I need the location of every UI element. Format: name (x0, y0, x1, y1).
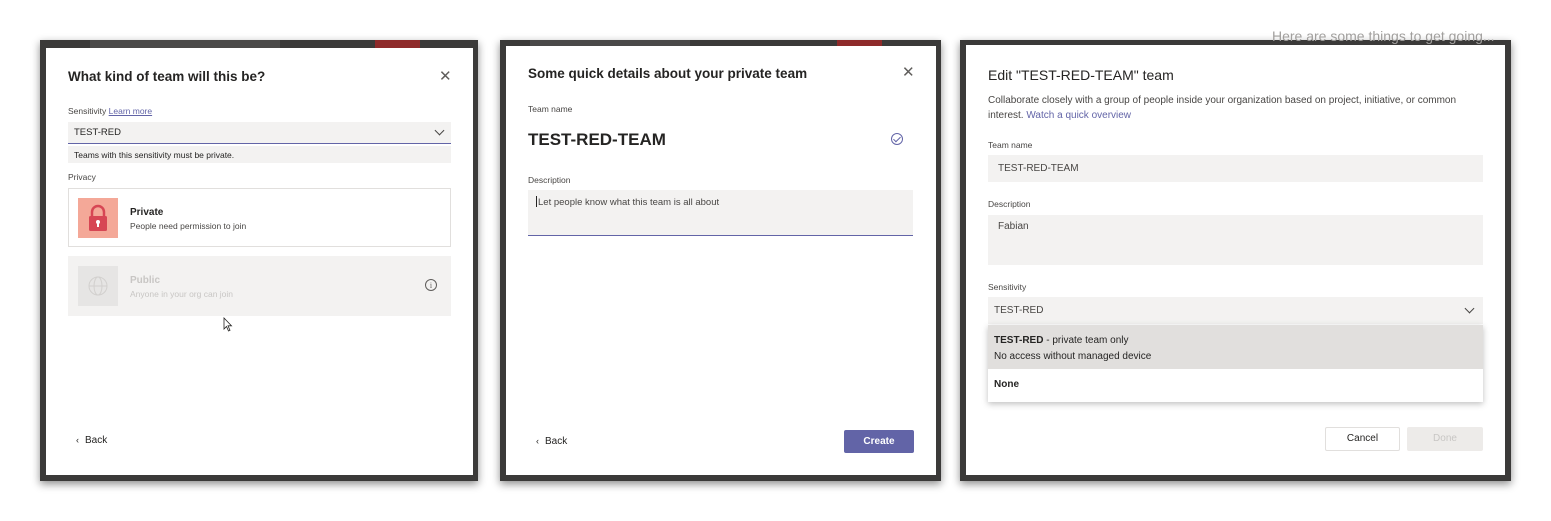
option-title: TEST-RED - private team only (994, 335, 1129, 346)
public-title: Public (130, 275, 161, 286)
backdrop-strip (90, 40, 280, 48)
edit-team-dialog: Edit "TEST-RED-TEAM" team Collaborate cl… (966, 45, 1505, 475)
mouse-cursor-icon (223, 317, 233, 332)
sensitivity-note: Teams with this sensitivity must be priv… (68, 146, 451, 163)
lock-icon (89, 204, 107, 231)
private-title: Private (130, 207, 164, 218)
checkmark-circle-icon (891, 133, 903, 145)
description-input[interactable]: Let people know what this team is all ab… (528, 190, 913, 236)
backdrop-strip (375, 40, 420, 48)
privacy-option-private[interactable]: Private People need permission to join (68, 188, 451, 247)
globe-icon (88, 276, 108, 296)
done-button: Done (1407, 427, 1483, 451)
team-name-input[interactable]: TEST-RED-TEAM (528, 130, 666, 150)
sensitivity-select[interactable]: TEST-RED (988, 297, 1483, 324)
option-subtitle: No access without managed device (994, 351, 1152, 362)
sensitivity-select[interactable]: TEST-RED (68, 122, 451, 144)
chevron-left-icon: ‹ (536, 436, 539, 446)
sensitivity-option-test-red[interactable]: TEST-RED - private team only No access w… (988, 325, 1483, 369)
chevron-left-icon: ‹ (76, 435, 79, 445)
dialog-frame-team-type: What kind of team will this be? ✕ Sensit… (40, 40, 478, 481)
team-name-label: Team name (988, 140, 1033, 150)
sensitivity-label: Sensitivity Learn more (68, 106, 153, 116)
details-dialog: Some quick details about your private te… (506, 46, 936, 475)
chevron-down-icon (434, 125, 445, 136)
dialog-title: What kind of team will this be? (68, 69, 266, 84)
info-icon[interactable]: i (425, 279, 437, 291)
public-icon-tile (78, 266, 118, 306)
description-label: Description (528, 175, 571, 185)
team-type-dialog: What kind of team will this be? ✕ Sensit… (46, 48, 473, 475)
dialog-frame-edit: Edit "TEST-RED-TEAM" team Collaborate cl… (960, 28, 1511, 481)
sensitivity-value: TEST-RED (74, 127, 121, 138)
dialog-title: Edit "TEST-RED-TEAM" team (988, 67, 1174, 83)
back-button[interactable]: ‹ Back (76, 435, 107, 446)
private-icon-tile (78, 198, 118, 238)
back-button[interactable]: ‹ Back (536, 436, 567, 447)
privacy-option-public: Public Anyone in your org can join i (68, 256, 451, 316)
dialog-title: Some quick details about your private te… (528, 66, 808, 81)
dialog-frame-details: Some quick details about your private te… (500, 40, 941, 481)
chevron-down-icon (1464, 303, 1475, 314)
team-name-label: Team name (528, 104, 573, 114)
close-icon[interactable]: ✕ (439, 69, 452, 84)
learn-more-link[interactable]: Learn more (109, 106, 152, 116)
description-placeholder: Let people know what this team is all ab… (538, 197, 720, 208)
create-button[interactable]: Create (844, 430, 914, 453)
text-caret (536, 196, 537, 207)
sensitivity-dropdown: TEST-RED - private team only No access w… (988, 325, 1483, 402)
sensitivity-label: Sensitivity (988, 282, 1027, 292)
watch-overview-link[interactable]: Watch a quick overview (1026, 110, 1131, 121)
description-label: Description (988, 199, 1031, 209)
team-name-input[interactable]: TEST-RED-TEAM (988, 155, 1483, 182)
privacy-label: Privacy (68, 172, 96, 182)
cancel-button[interactable]: Cancel (1325, 427, 1400, 451)
public-subtitle: Anyone in your org can join (130, 289, 234, 299)
background-heading: Here are some things to get going... (1272, 28, 1495, 44)
private-subtitle: People need permission to join (130, 221, 247, 231)
dialog-description: Collaborate closely with a group of peop… (988, 95, 1457, 121)
description-input[interactable]: Fabian (988, 215, 1483, 265)
sensitivity-option-none[interactable]: None (988, 369, 1483, 402)
close-icon[interactable]: ✕ (902, 65, 915, 80)
